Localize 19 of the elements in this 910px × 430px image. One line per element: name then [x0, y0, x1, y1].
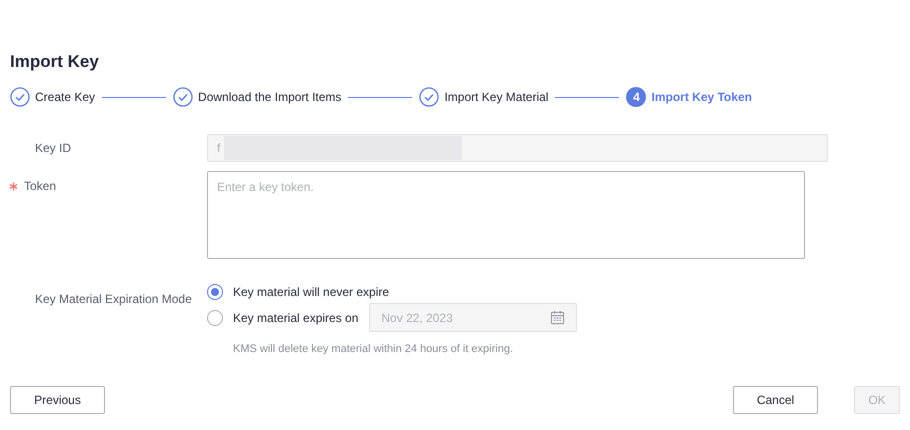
dialog-button[interactable]: Previous	[10, 386, 105, 414]
date-field[interactable]: Nov 22, 2023	[369, 303, 578, 332]
radio-button[interactable]	[207, 284, 223, 300]
step-number: 4	[626, 87, 646, 107]
field-label: Token	[24, 178, 56, 195]
step-label: Download the Import Items	[198, 89, 342, 106]
hint-text: KMS will delete key material within 24 hours of it expiring.	[233, 342, 514, 357]
field-label: Key Material Expiration Mode	[34, 291, 193, 308]
radio-button[interactable]	[207, 310, 223, 326]
dialog-button[interactable]: Cancel	[733, 386, 818, 414]
dialog-title: Import Key	[9, 51, 99, 72]
radio-label: Key material expires on	[233, 310, 358, 326]
token-field[interactable]: Enter a key token.	[207, 171, 805, 259]
calendar-icon	[550, 310, 566, 325]
step-label: Create Key	[35, 89, 96, 106]
field-label: Key ID	[34, 140, 72, 157]
radio-label: Key material will never expire	[233, 284, 390, 301]
step-label: Import Key Material	[444, 89, 548, 106]
step-label: Import Key Token	[651, 89, 752, 106]
